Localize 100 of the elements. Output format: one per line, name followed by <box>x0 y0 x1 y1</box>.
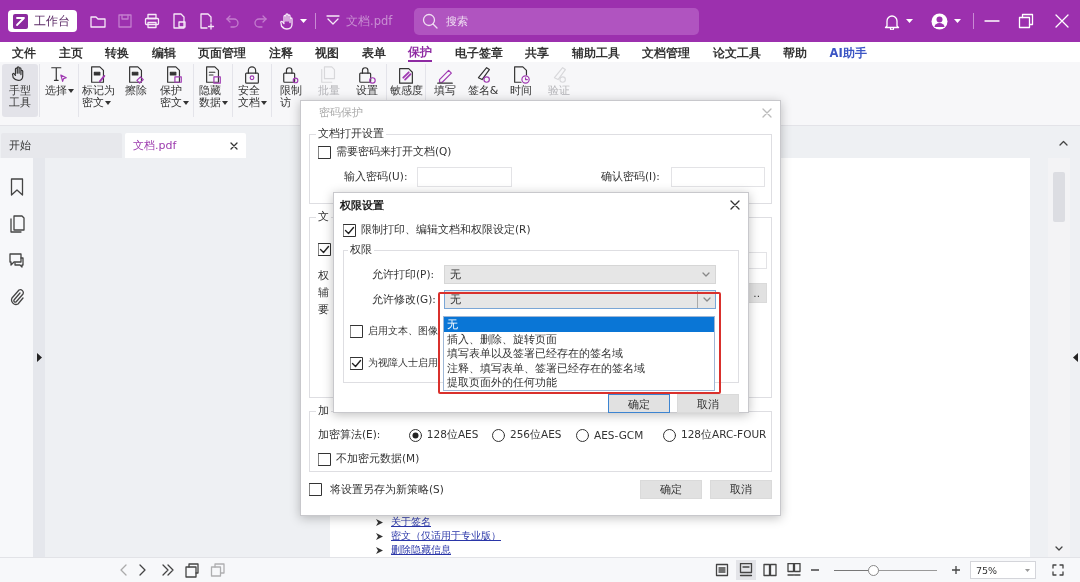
caret-icon[interactable] <box>906 18 913 24</box>
radio-button[interactable] <box>491 428 505 442</box>
document-link[interactable]: 删除隐藏信息 <box>391 543 451 557</box>
bookmark-icon[interactable] <box>9 178 24 196</box>
collapse-panel-icon[interactable] <box>1072 353 1078 362</box>
tool-button[interactable]: 选择 <box>41 64 77 98</box>
scrollbar[interactable] <box>1048 158 1070 557</box>
checkbox-label[interactable]: 将设置另存为新策略(S) <box>330 482 444 497</box>
dropdown-option[interactable]: 注释、填写表单、签署已经存在的签名域 <box>444 360 714 375</box>
document-link[interactable]: 密文（仅适用于专业版） <box>391 529 501 543</box>
checkbox[interactable] <box>318 243 331 256</box>
radio-label[interactable]: 128位AES <box>426 428 479 442</box>
tool-button[interactable]: 手型 工具 <box>2 64 38 117</box>
menu-tab[interactable]: 辅助工具 <box>571 42 620 62</box>
document-tab[interactable]: 文档.pdf <box>125 133 246 158</box>
ok-button[interactable]: 确定 <box>640 480 702 499</box>
expand-panel-icon[interactable] <box>36 353 42 362</box>
dropdown-option[interactable]: 插入、删除、旋转页面 <box>444 331 714 346</box>
checkbox-label[interactable]: 需要密码来打开文档(Q) <box>336 145 452 159</box>
checkbox[interactable] <box>343 223 356 237</box>
close-icon[interactable] <box>730 200 740 210</box>
scroll-down-icon[interactable] <box>1055 546 1063 551</box>
menu-tab[interactable]: 表单 <box>361 42 386 62</box>
caret-icon[interactable] <box>300 18 307 24</box>
rotate-icon[interactable] <box>184 562 200 578</box>
two-page-continuous-icon[interactable] <box>787 563 801 577</box>
continuous-page-icon[interactable] <box>739 563 753 577</box>
checkbox-label[interactable]: 不加密元数据(M) <box>336 452 420 466</box>
workbench-button[interactable]: 工作台 <box>8 10 77 32</box>
menu-tab[interactable]: 转换 <box>105 42 129 62</box>
tool-button[interactable]: 擦除 <box>118 64 154 98</box>
attachment-icon[interactable] <box>8 288 25 306</box>
cancel-button[interactable]: 取消 <box>677 394 739 413</box>
tool-button[interactable]: 隐藏 数据 <box>195 64 231 110</box>
menu-tab[interactable]: 电子签章 <box>454 42 503 62</box>
checkbox[interactable] <box>350 324 363 338</box>
ok-button[interactable]: 确定 <box>608 394 670 413</box>
zoom-in-icon[interactable] <box>952 566 960 574</box>
checkbox-label[interactable]: 限制打印、编辑文档和权限设定(R) <box>361 223 531 237</box>
radio-label[interactable]: 256位AES <box>509 428 562 442</box>
checkbox-label[interactable]: 为视障人士启用 <box>368 356 438 370</box>
menu-tab[interactable]: 文档管理 <box>642 42 690 62</box>
dropdown-option[interactable]: 无 <box>444 317 714 332</box>
user-icon[interactable] <box>931 12 948 30</box>
zoom-out-icon[interactable] <box>811 566 819 574</box>
confirm-password-field[interactable] <box>671 167 765 187</box>
two-page-icon[interactable] <box>763 563 777 577</box>
menu-tab[interactable]: 视图 <box>315 42 339 62</box>
tool-button[interactable]: 标记为 密文 <box>80 64 116 110</box>
tool-button[interactable]: 签名& <box>465 64 501 98</box>
new-file-icon[interactable] <box>197 12 215 30</box>
tool-button[interactable]: 安全 文档 <box>234 64 270 110</box>
menu-tab[interactable]: AI助手 <box>829 42 867 62</box>
printer-icon[interactable] <box>143 12 161 30</box>
dropdown-option[interactable]: 提取页面外的任何功能 <box>444 375 714 390</box>
menu-tab[interactable]: 注释 <box>268 42 293 62</box>
close-icon[interactable] <box>230 141 238 150</box>
dropdown[interactable]: 无 <box>444 265 716 284</box>
checkbox[interactable] <box>350 356 363 370</box>
search-field[interactable]: 搜索 <box>414 7 700 35</box>
zoom-dropdown[interactable]: 75% <box>970 561 1036 579</box>
document-tab[interactable]: 开始 <box>1 133 122 158</box>
checkbox-label[interactable]: 启用文本、图像 <box>368 324 438 338</box>
tool-button[interactable]: 填写 <box>427 64 463 98</box>
checkbox[interactable] <box>318 452 331 466</box>
radio-label[interactable]: 128位ARC-FOUR <box>681 428 767 442</box>
collapse-icon[interactable] <box>1059 140 1068 146</box>
tool-button[interactable]: 时间 <box>503 64 539 98</box>
comment-icon[interactable] <box>8 252 25 269</box>
menu-tab[interactable]: 页面管理 <box>198 42 246 62</box>
tool-button[interactable]: 保护 密文 <box>156 64 192 110</box>
menu-tab[interactable]: 编辑 <box>151 42 176 62</box>
password-field[interactable] <box>417 167 512 187</box>
tool-button[interactable]: 敏感度 <box>388 64 424 98</box>
restore-icon[interactable] <box>1018 13 1034 29</box>
radio-label[interactable]: AES-GCM <box>594 429 644 441</box>
bell-icon[interactable] <box>884 12 900 30</box>
document-icon[interactable] <box>170 12 188 30</box>
menu-tab[interactable]: 主页 <box>58 42 83 62</box>
radio-button[interactable] <box>408 428 422 442</box>
dropdown-option[interactable]: 填写表单以及签署已经存在的签名域 <box>444 346 714 361</box>
menu-tab[interactable]: 论文工具 <box>712 42 761 62</box>
menu-tab[interactable]: 帮助 <box>783 42 807 62</box>
hand-icon[interactable] <box>278 12 296 30</box>
menu-tab[interactable]: 文件 <box>12 42 36 62</box>
checkbox[interactable] <box>318 145 331 159</box>
document-link[interactable]: 关于签名 <box>391 515 431 529</box>
tool-button[interactable]: 限制 访 <box>273 64 309 110</box>
last-page-icon[interactable] <box>162 564 174 576</box>
menu-tab[interactable]: 共享 <box>525 42 549 62</box>
slider-thumb[interactable] <box>868 564 880 576</box>
cancel-button[interactable]: 取消 <box>710 480 772 499</box>
radio-button[interactable] <box>663 428 676 442</box>
fullscreen-icon[interactable] <box>1052 564 1064 576</box>
checkbox[interactable] <box>309 483 322 496</box>
single-page-icon[interactable] <box>715 563 729 577</box>
pages-icon[interactable] <box>8 215 25 233</box>
next-page-icon[interactable] <box>138 564 146 576</box>
caret-icon[interactable] <box>954 18 961 24</box>
tool-button[interactable]: 设置 <box>349 64 385 98</box>
